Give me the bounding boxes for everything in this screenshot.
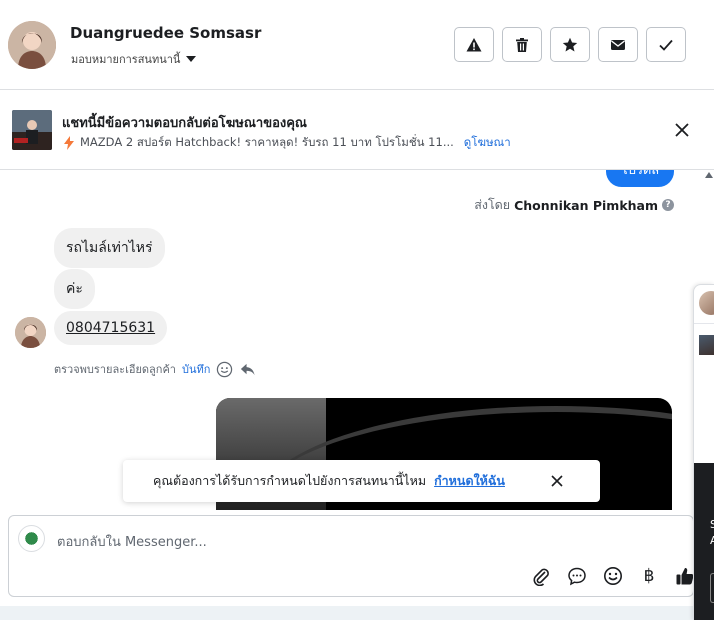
attach-button[interactable] xyxy=(529,564,553,588)
paperclip-icon xyxy=(533,568,549,586)
save-link[interactable]: บันทึก xyxy=(182,360,210,378)
chat-bubble-icon xyxy=(568,567,586,586)
assign-prompt-text: คุณต้องการได้รับการกำหนดไปยังการสนทนานี้… xyxy=(153,473,427,488)
emoji-icon xyxy=(604,567,622,585)
bottom-strip xyxy=(0,606,714,620)
sent-by-name: Chonnikan Pimkham xyxy=(514,197,658,213)
peek-text: S A xyxy=(710,517,714,549)
check-icon xyxy=(659,39,673,51)
mark-unread-button[interactable] xyxy=(598,27,638,62)
message-thread: โปรดส ส่งโดย Chonnikan Pimkham ? รถไมล์เ… xyxy=(0,170,700,510)
chevron-down-icon xyxy=(186,56,197,62)
warning-icon xyxy=(466,37,482,51)
peek-box[interactable] xyxy=(710,573,714,603)
reply-composer: ตอบกลับใน Messenger... ฿ xyxy=(8,515,694,597)
lightning-icon xyxy=(64,136,74,150)
ad-reply-banner: แชทนี้มีข้อความตอบกลับต่อโฆษณาของคุณ MAZ… xyxy=(0,90,714,170)
received-message-bubble: รถไมล์เท่าไหร่ xyxy=(54,228,165,268)
close-icon[interactable] xyxy=(550,474,564,488)
thumbs-up-icon xyxy=(676,568,694,585)
view-ad-link[interactable]: ดูโฆษณา xyxy=(464,134,511,152)
star-button[interactable] xyxy=(550,27,590,62)
baht-icon: ฿ xyxy=(643,566,655,586)
close-icon[interactable] xyxy=(672,120,692,140)
assign-dropdown[interactable]: มอบหมายการสนทนานี้ xyxy=(71,50,197,68)
message-text: รถไมล์เท่าไหร่ xyxy=(66,240,153,256)
contact-name: Duangruedee Somsasr xyxy=(70,24,262,42)
reply-input[interactable]: ตอบกลับใน Messenger... xyxy=(57,531,207,552)
peek-text-line: A xyxy=(710,534,714,547)
contact-avatar-peek[interactable] xyxy=(699,291,714,315)
assign-label: มอบหมายการสนทนานี้ xyxy=(71,53,181,66)
help-icon[interactable]: ? xyxy=(662,199,674,211)
received-message-bubble: 0804715631 xyxy=(54,311,168,345)
saved-reply-button[interactable] xyxy=(565,564,589,588)
ad-thumbnail-peek[interactable] xyxy=(699,335,714,355)
ad-thumbnail[interactable] xyxy=(12,110,52,150)
sent-by-label: ส่งโดย xyxy=(474,197,511,212)
conversation-header: Duangruedee Somsasr มอบหมายการสนทนานี้ xyxy=(0,0,714,90)
reply-icon[interactable] xyxy=(239,361,256,378)
assign-prompt-toast: คุณต้องการได้รับการกำหนดไปยังการสนทนานี้… xyxy=(123,460,600,502)
star-icon xyxy=(562,37,578,51)
contact-avatar-small[interactable] xyxy=(15,317,46,348)
assign-to-me-link[interactable]: กำหนดให้ฉัน xyxy=(434,471,505,491)
sent-message-text: โปรดส xyxy=(620,170,660,178)
page-avatar xyxy=(18,525,45,552)
customer-detail-detected: ตรวจพบรายละเอียดลูกค้า บันทึก xyxy=(54,360,256,378)
trash-icon xyxy=(516,37,528,52)
contact-avatar[interactable] xyxy=(8,21,56,69)
ad-banner-title: แชทนี้มีข้อความตอบกลับต่อโฆษณาของคุณ xyxy=(62,116,307,131)
mark-spam-button[interactable] xyxy=(454,27,494,62)
scroll-up-arrow-icon[interactable] xyxy=(705,172,713,178)
sent-by-line: ส่งโดย Chonnikan Pimkham ? xyxy=(474,195,674,215)
detected-label: ตรวจพบรายละเอียดลูกค้า xyxy=(54,363,176,376)
message-text: ค่ะ xyxy=(66,281,83,297)
mark-done-button[interactable] xyxy=(646,27,686,62)
peek-text-line: S xyxy=(710,518,714,531)
divider xyxy=(694,323,714,324)
side-panel-peek[interactable]: S A xyxy=(693,284,714,620)
emoji-button[interactable] xyxy=(601,564,625,588)
payment-button[interactable]: ฿ xyxy=(637,564,661,588)
sent-message-bubble: โปรดส xyxy=(606,170,674,187)
react-emoji-icon[interactable] xyxy=(216,361,233,378)
composer-toolbar: ฿ xyxy=(529,564,697,588)
delete-button[interactable] xyxy=(502,27,542,62)
phone-number-link[interactable]: 0804715631 xyxy=(66,320,155,336)
ad-text: MAZDA 2 สปอร์ต Hatchback! ราคาหลุด! รับร… xyxy=(80,135,454,149)
ad-info-line: MAZDA 2 สปอร์ต Hatchback! ราคาหลุด! รับร… xyxy=(64,134,511,152)
envelope-icon xyxy=(611,39,625,50)
received-message-bubble: ค่ะ xyxy=(54,269,95,309)
